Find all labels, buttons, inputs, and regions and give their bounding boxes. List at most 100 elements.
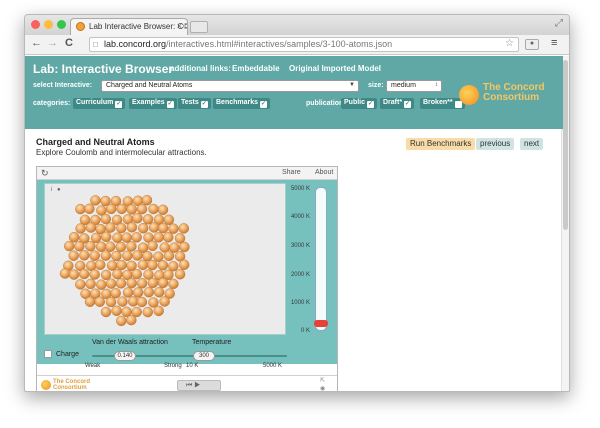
- checkbox-checked-icon[interactable]: ✓: [367, 101, 375, 108]
- interactive-select[interactable]: Charged and Neutral Atoms ▼: [101, 80, 359, 92]
- hamburger-menu-icon[interactable]: ≡: [551, 37, 557, 49]
- atom[interactable]: [59, 268, 71, 279]
- atom[interactable]: [163, 214, 175, 225]
- browser-tab[interactable]: Lab Interactive Browser: C© ×: [70, 18, 188, 35]
- minimize-window-button[interactable]: [44, 20, 53, 29]
- atom[interactable]: [95, 241, 107, 252]
- atom[interactable]: [112, 232, 123, 243]
- size-select[interactable]: medium ↕: [386, 80, 442, 92]
- atom[interactable]: [68, 250, 79, 261]
- atom[interactable]: [84, 296, 96, 307]
- new-tab-button[interactable]: [190, 21, 208, 33]
- atom[interactable]: [168, 223, 179, 234]
- atom[interactable]: [148, 203, 159, 215]
- reload-icon[interactable]: ↻: [41, 168, 49, 179]
- atom[interactable]: [142, 250, 153, 262]
- atom[interactable]: [174, 268, 186, 280]
- atom[interactable]: [106, 260, 118, 271]
- atom[interactable]: [85, 278, 96, 290]
- atom[interactable]: [75, 279, 86, 290]
- about-link[interactable]: About: [315, 169, 333, 176]
- reset-play-icon[interactable]: ⏮ ▶: [186, 382, 201, 390]
- atom[interactable]: [132, 213, 143, 224]
- atom[interactable]: [122, 287, 134, 298]
- atom[interactable]: [136, 278, 148, 289]
- atom[interactable]: [136, 296, 148, 308]
- atom[interactable]: [163, 250, 175, 262]
- atom[interactable]: [163, 232, 174, 243]
- atom[interactable]: [116, 222, 127, 234]
- atom[interactable]: [142, 214, 154, 225]
- atom[interactable]: [105, 278, 117, 289]
- previous-button[interactable]: previous: [476, 138, 515, 150]
- atom[interactable]: [147, 259, 158, 271]
- atom[interactable]: [148, 297, 159, 308]
- screenshot-icon[interactable]: ◉: [320, 385, 325, 391]
- extension-icon[interactable]: ●: [525, 39, 539, 50]
- vdw-slider-handle[interactable]: 0.140: [114, 351, 136, 361]
- fullscreen-icon[interactable]: ⤢: [555, 18, 563, 29]
- atom[interactable]: [131, 268, 143, 280]
- atom[interactable]: [85, 222, 97, 233]
- atom[interactable]: [110, 287, 121, 299]
- atom[interactable]: [147, 277, 159, 289]
- atom[interactable]: [89, 250, 100, 261]
- atom[interactable]: [136, 203, 148, 215]
- atom[interactable]: [126, 204, 137, 215]
- atom[interactable]: [168, 260, 179, 272]
- atom[interactable]: [115, 278, 127, 289]
- atom[interactable]: [95, 259, 106, 271]
- atom[interactable]: [100, 250, 111, 261]
- atom[interactable]: [79, 250, 90, 261]
- atom[interactable]: [105, 241, 116, 252]
- atom[interactable]: [132, 287, 144, 298]
- atom[interactable]: [147, 240, 158, 251]
- atom[interactable]: [168, 278, 179, 290]
- atom[interactable]: [116, 203, 127, 215]
- atom[interactable]: [105, 222, 116, 233]
- checkbox-checked-icon[interactable]: ✓: [166, 101, 174, 108]
- atom[interactable]: [137, 259, 149, 271]
- atom[interactable]: [153, 232, 164, 243]
- atom[interactable]: [148, 222, 160, 233]
- atom[interactable]: [126, 277, 137, 289]
- atom[interactable]: [159, 296, 170, 307]
- atom[interactable]: [90, 195, 101, 206]
- address-bar[interactable]: □ lab.concord.org/interactives.html#inte…: [89, 37, 519, 52]
- atom[interactable]: [157, 277, 169, 289]
- atom[interactable]: [101, 231, 112, 242]
- embeddable-link[interactable]: Embeddable: [232, 64, 280, 73]
- vdw-slider-track[interactable]: [92, 355, 202, 357]
- atom[interactable]: [126, 222, 138, 233]
- atom[interactable]: [96, 279, 107, 290]
- atom[interactable]: [86, 260, 97, 272]
- close-window-button[interactable]: [31, 20, 40, 29]
- status-draft[interactable]: Draft* ✓: [380, 98, 415, 109]
- status-public[interactable]: Public ✓: [341, 98, 378, 109]
- atom[interactable]: [89, 269, 100, 280]
- run-benchmarks-button[interactable]: Run Benchmarks: [406, 138, 476, 150]
- atom[interactable]: [153, 305, 164, 317]
- charge-checkbox[interactable]: [44, 350, 52, 358]
- molecule-canvas[interactable]: i ●: [44, 183, 286, 335]
- close-icon[interactable]: ×: [177, 21, 182, 31]
- atom[interactable]: [116, 315, 127, 327]
- atom[interactable]: [100, 306, 112, 318]
- temperature-slider-handle[interactable]: 300: [193, 351, 215, 361]
- atom[interactable]: [84, 203, 95, 214]
- next-button[interactable]: next: [520, 138, 544, 150]
- checkbox-checked-icon[interactable]: ✓: [404, 101, 412, 108]
- checkbox-checked-icon[interactable]: ✓: [200, 101, 208, 108]
- atom[interactable]: [105, 296, 117, 308]
- atom[interactable]: [157, 260, 169, 271]
- forward-arrow-icon[interactable]: →: [47, 37, 58, 49]
- status-broken[interactable]: Broken**✓: [420, 98, 465, 109]
- atom[interactable]: [179, 241, 190, 253]
- reload-icon[interactable]: C: [65, 37, 73, 49]
- atom[interactable]: [68, 232, 80, 243]
- atom[interactable]: [117, 296, 128, 307]
- atom[interactable]: [122, 250, 133, 261]
- share-link[interactable]: Share: [282, 169, 301, 176]
- atom[interactable]: [116, 259, 127, 271]
- atom[interactable]: [143, 286, 155, 298]
